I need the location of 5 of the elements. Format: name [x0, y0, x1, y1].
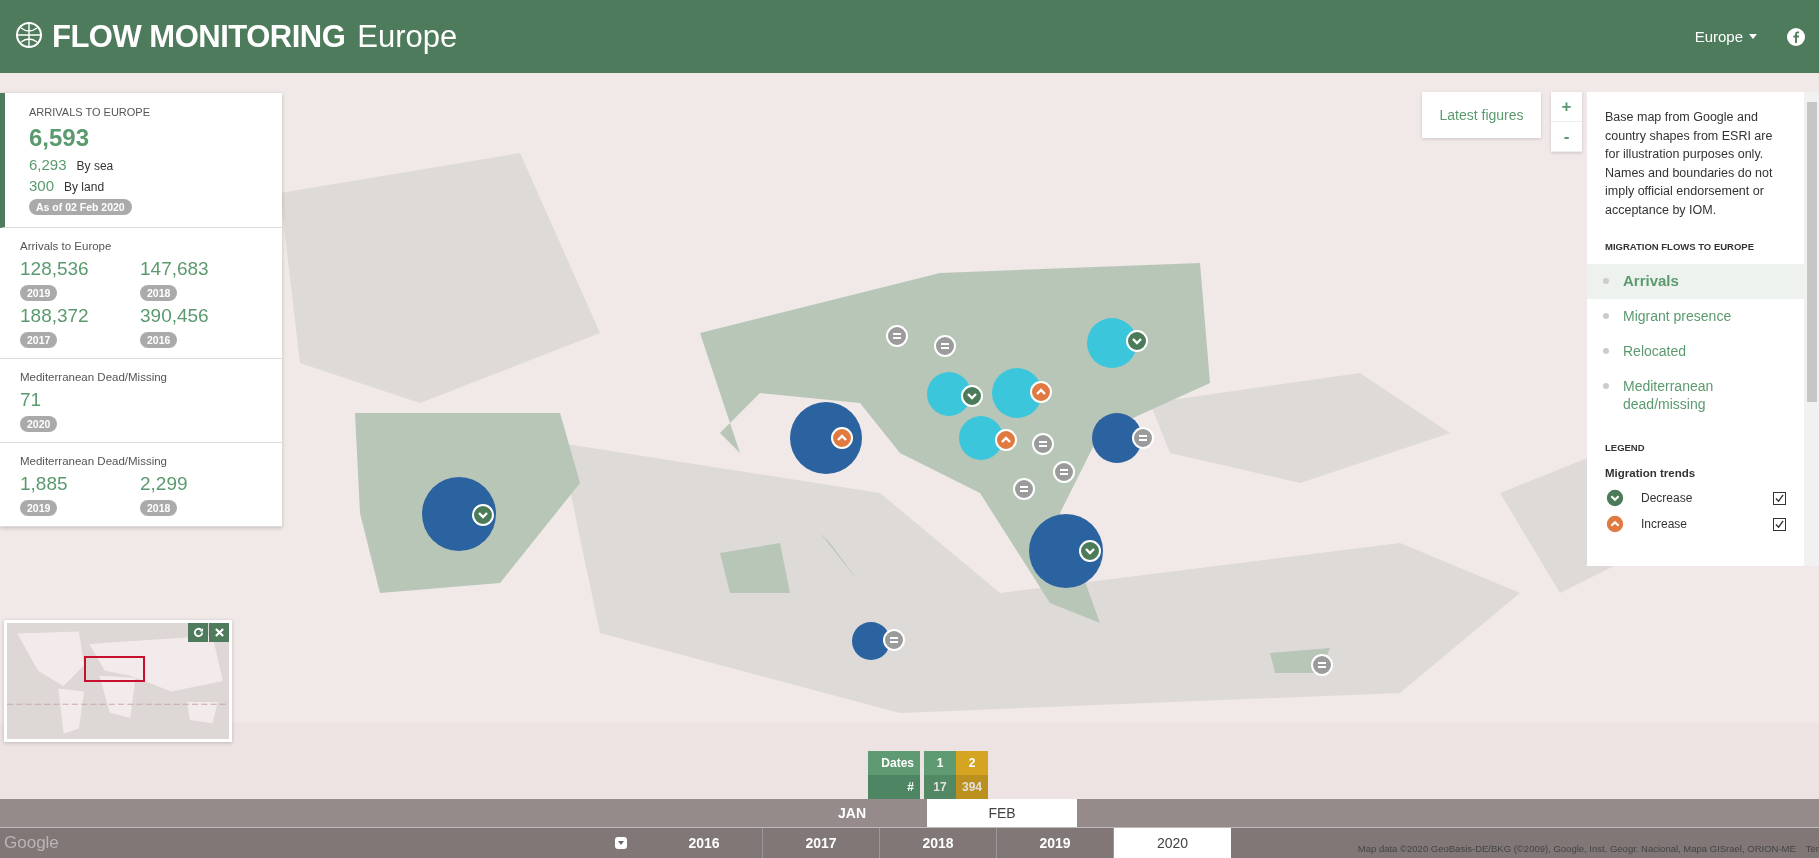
region-dropdown[interactable]: Europe — [1688, 27, 1763, 46]
region-title: Europe — [357, 18, 458, 55]
facebook-icon[interactable] — [1787, 27, 1805, 46]
caret-icon — [1749, 34, 1757, 39]
app-title: FLOW MONITORING — [52, 18, 346, 55]
